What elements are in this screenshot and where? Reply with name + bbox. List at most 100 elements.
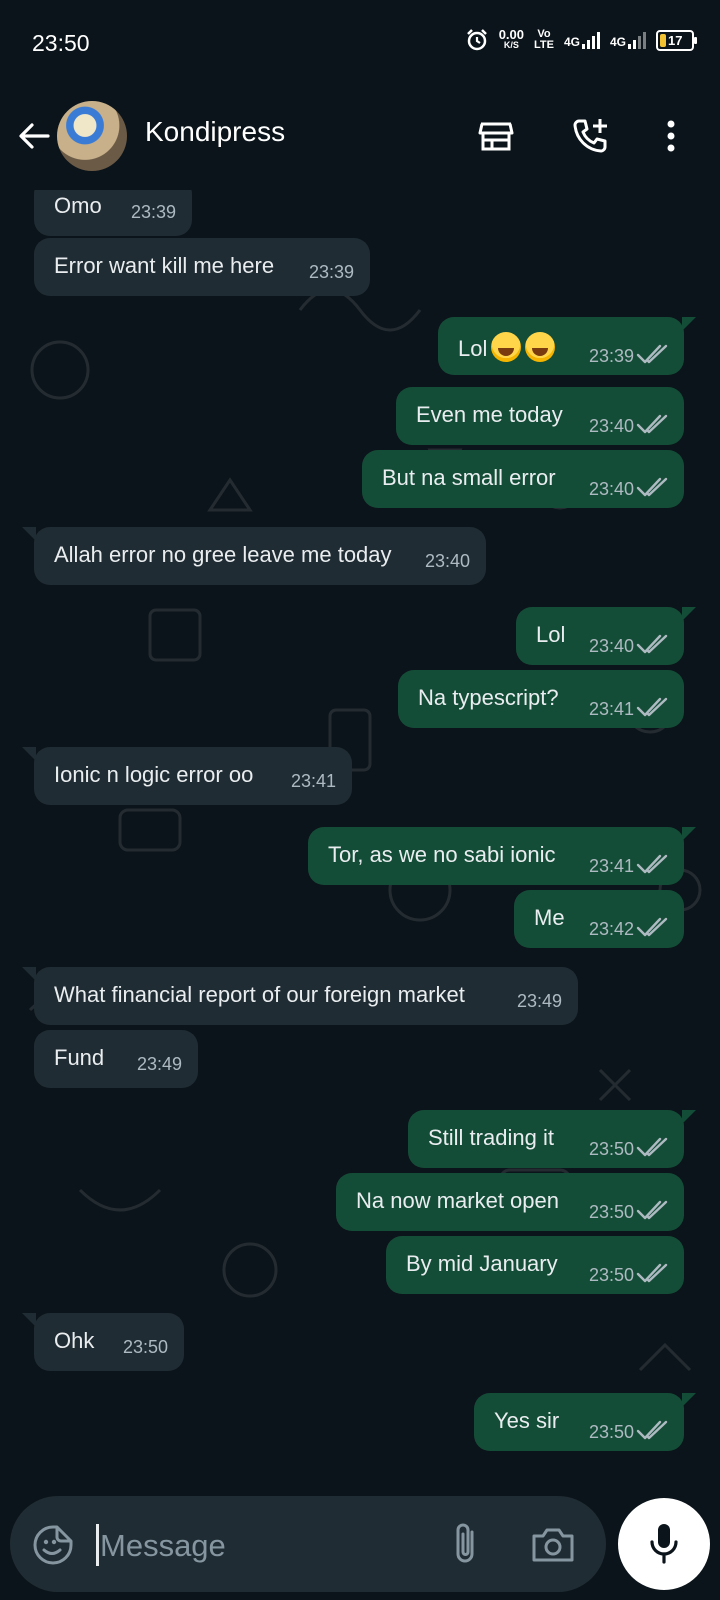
message-time: 23:41 [588,856,634,876]
incoming-message[interactable]: Ohk 23:50 [22,1313,184,1371]
message-time: 23:40 [588,636,634,656]
bubble-tail [22,527,36,541]
message-time: 23:40 [424,551,470,571]
bubble-tail [682,1110,696,1124]
message-time: 23:39 [588,346,634,366]
more-vert-icon[interactable] [656,116,686,156]
message-time: 23:41 [290,771,336,791]
message-text: Even me today [416,402,563,427]
bubble-tail [682,827,696,841]
signal-1-label: 4G [563,34,580,49]
laughing-emoji-icon [525,332,556,362]
read-ticks-icon [636,344,668,364]
message-text: Me [534,905,565,930]
net-speed: 0.00 K/S [498,27,524,51]
volte-indicator: Vo LTE [534,29,554,51]
message-time: 23:49 [516,991,562,1011]
outgoing-message[interactable]: Me 23:42 [514,890,684,948]
laughing-emoji-icon [491,332,522,362]
message-text: Lol😂😂 [458,332,564,363]
message-list[interactable]: Omo23:39Error want kill me here23:39Lol😂… [0,190,720,1490]
incoming-message[interactable]: What financial report of our foreign mar… [22,967,578,1025]
message-time: 23:50 [588,1202,634,1222]
outgoing-message[interactable]: Yes sir 23:50 [474,1393,696,1451]
message-text: Na typescript? [418,685,559,710]
message-time: 23:42 [588,919,634,939]
incoming-message[interactable]: Omo 23:39 [34,190,192,236]
volte-bottom: LTE [534,39,554,51]
signal-2-label: 4G [609,34,626,49]
text-cursor [96,1524,99,1566]
contact-name[interactable]: Kondipress [145,116,285,148]
bubble-tail [22,967,36,981]
camera-icon[interactable] [530,1524,576,1564]
sticker-icon[interactable] [32,1524,74,1566]
outgoing-message[interactable]: By mid January 23:50 [386,1236,684,1294]
signal-2: 4G [609,31,646,49]
message-text: Ionic n logic error oo [54,762,254,787]
bubble-tail [22,747,36,761]
message-time: 23:50 [122,1337,168,1357]
message-input[interactable]: Message [100,1528,226,1564]
read-ticks-icon [636,1263,668,1283]
message-text: Omo [54,193,102,218]
incoming-message[interactable]: Ionic n logic error oo 23:41 [22,747,352,805]
message-time: 23:39 [130,202,176,222]
status-icons: 0.00 K/S Vo LTE 4G 4G 17 [465,27,697,52]
mic-icon [650,1524,678,1564]
bubble-tail [682,607,696,621]
message-time: 23:41 [588,699,634,719]
read-ticks-icon [636,1420,668,1440]
outgoing-message[interactable]: Na now market open 23:50 [336,1173,684,1231]
incoming-message[interactable]: Error want kill me here 23:39 [34,238,370,296]
message-text: Yes sir [494,1408,560,1433]
read-ticks-icon [636,477,668,497]
outgoing-message[interactable]: Na typescript? 23:41 [398,670,684,728]
bubble-tail [682,1393,696,1407]
outgoing-message[interactable]: But na small error 23:40 [362,450,684,508]
outgoing-message[interactable]: Even me today 23:40 [396,387,684,445]
chat-header: Kondipress [0,90,720,190]
bubble-tail [682,317,696,331]
message-time: 23:50 [588,1422,634,1442]
message-text: Na now market open [356,1188,559,1213]
message-text: But na small error [382,465,556,490]
read-ticks-icon [636,697,668,717]
message-time: 23:50 [588,1265,634,1285]
outgoing-message[interactable]: Lol😂😂 23:39 [438,317,696,375]
message-text: What financial report of our foreign mar… [54,982,465,1007]
attach-icon[interactable] [446,1522,486,1566]
message-time: 23:40 [588,479,634,499]
signal-1: 4G [563,31,600,49]
incoming-message[interactable]: Allah error no gree leave me today 23:40 [22,527,486,585]
outgoing-message[interactable]: Still trading it 23:50 [408,1110,696,1168]
message-text: Allah error no gree leave me today [54,542,392,567]
outgoing-message[interactable]: Tor, as we no sabi ionic 23:41 [308,827,696,885]
message-composer[interactable]: Message [10,1496,606,1592]
status-time: 23:50 [32,30,90,56]
add-call-icon[interactable] [570,116,610,156]
signal-bars-icon [628,31,646,49]
net-speed-value: 0.00 [498,27,524,42]
outgoing-message[interactable]: Lol 23:40 [516,607,696,665]
battery-icon: 17 [656,29,697,51]
incoming-message[interactable]: Fund 23:49 [34,1030,198,1088]
read-ticks-icon [636,1137,668,1157]
message-time: 23:50 [588,1139,634,1159]
message-text: Lol [536,622,566,647]
signal-bars-icon [581,31,600,49]
alarm-icon [466,29,487,51]
message-text: Tor, as we no sabi ionic [328,842,556,867]
message-text: Ohk [54,1328,95,1353]
read-ticks-icon [636,634,668,654]
mic-button[interactable] [618,1498,710,1590]
shop-icon[interactable] [476,116,516,156]
message-text: Error want kill me here [54,253,275,278]
bubble-tail [22,1313,36,1327]
back-arrow-icon[interactable] [14,116,54,156]
message-time: 23:49 [136,1054,182,1074]
message-time: 23:40 [588,416,634,436]
status-bar: 23:50 0.00 K/S Vo LTE 4G 4G 17 [0,0,720,90]
message-text: Fund [54,1045,105,1070]
avatar[interactable] [57,101,127,171]
